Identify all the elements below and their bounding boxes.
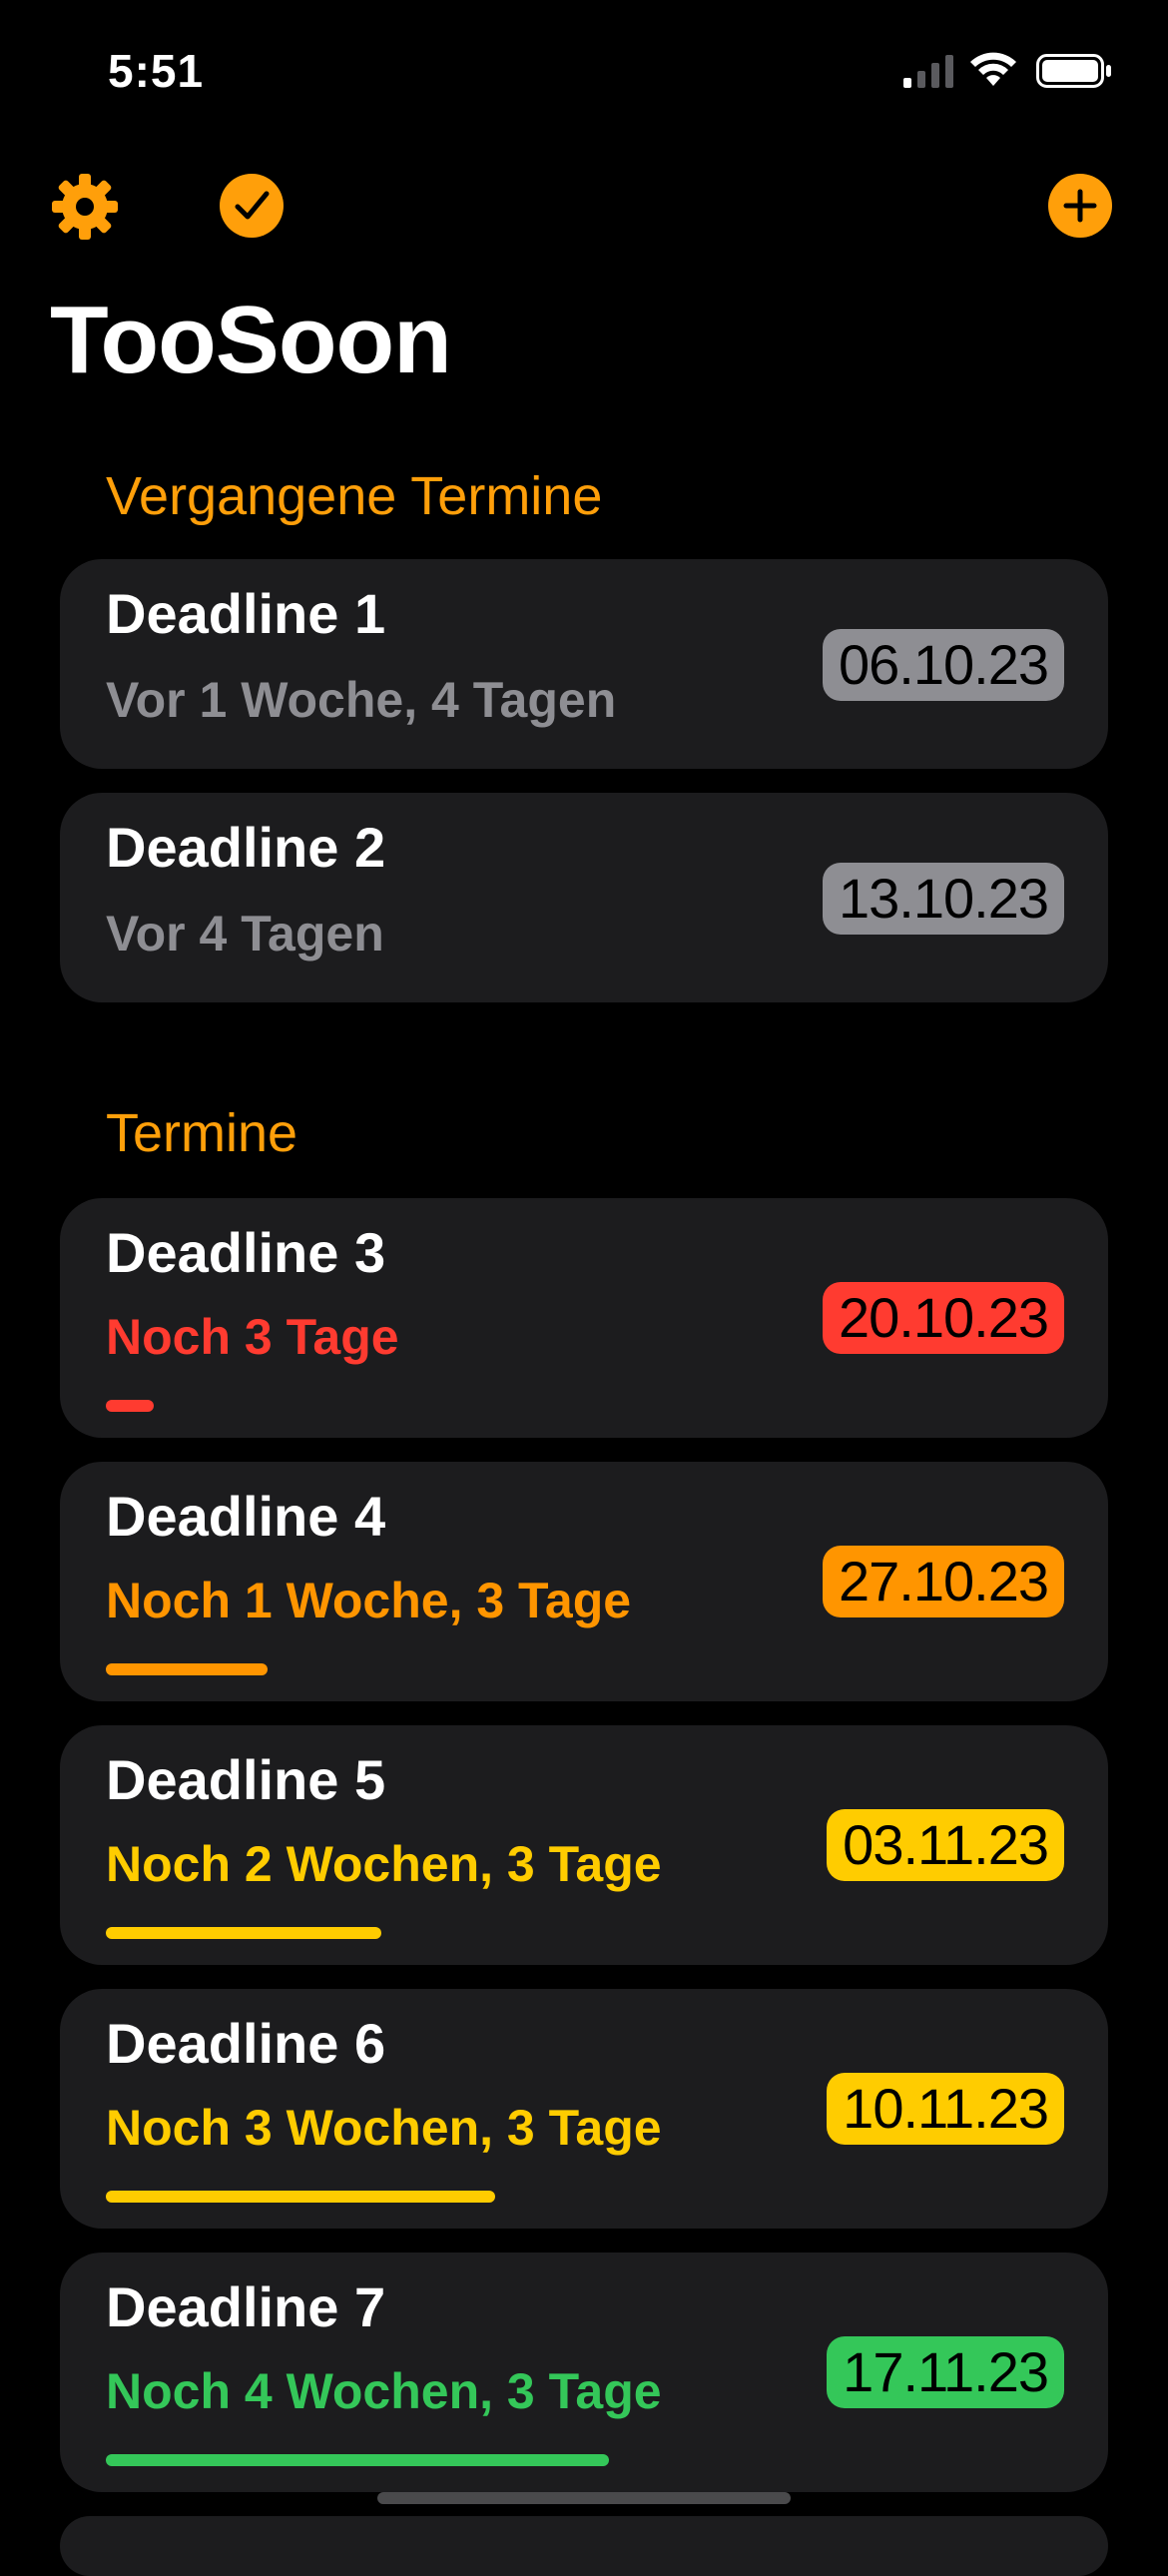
date-badge: 10.11.23 <box>827 2073 1064 2145</box>
deadline-relative-time: Vor 1 Woche, 4 Tagen <box>106 672 617 728</box>
date-badge: 13.10.23 <box>823 863 1064 935</box>
checkmark-circle-icon[interactable] <box>218 172 286 240</box>
progress-bar <box>106 2191 495 2203</box>
deadline-remaining-time: Noch 1 Woche, 3 Tage <box>106 1573 632 1628</box>
deadline-remaining-time: Noch 3 Wochen, 3 Tage <box>106 2100 662 2156</box>
home-indicator[interactable] <box>377 2492 791 2504</box>
deadline-remaining-time: Noch 2 Wochen, 3 Tage <box>106 1836 662 1892</box>
deadline-title: Deadline 2 <box>106 816 386 879</box>
status-time: 5:51 <box>108 45 205 97</box>
deadline-card[interactable]: Deadline 7 Noch 4 Wochen, 3 Tage 17.11.2… <box>60 2253 1108 2492</box>
cellular-signal-icon <box>903 55 953 88</box>
deadline-title: Deadline 7 <box>106 2275 386 2338</box>
deadline-card[interactable]: Deadline 5 Noch 2 Wochen, 3 Tage 03.11.2… <box>60 1725 1108 1965</box>
date-badge: 20.10.23 <box>823 1282 1064 1354</box>
page-title: TooSoon <box>50 287 452 393</box>
deadline-title: Deadline 3 <box>106 1221 386 1284</box>
progress-bar <box>106 1400 154 1412</box>
deadline-card[interactable]: Deadline 3 Noch 3 Tage 20.10.23 <box>60 1198 1108 1438</box>
deadline-title: Deadline 1 <box>106 582 386 645</box>
plus-circle-icon[interactable] <box>1046 172 1114 240</box>
section-header-upcoming: Termine <box>106 1103 298 1163</box>
section-header-past: Vergangene Termine <box>106 466 603 526</box>
deadline-card[interactable]: Deadline 2 Vor 4 Tagen 13.10.23 <box>60 793 1108 1002</box>
deadline-relative-time: Vor 4 Tagen <box>106 906 384 962</box>
progress-bar <box>106 2454 609 2466</box>
progress-bar <box>106 1927 381 1939</box>
deadline-card[interactable]: Deadline 4 Noch 1 Woche, 3 Tage 27.10.23 <box>60 1462 1108 1701</box>
deadline-card-partial[interactable] <box>60 2516 1108 2576</box>
wifi-icon <box>970 52 1016 86</box>
date-badge: 03.11.23 <box>827 1809 1064 1881</box>
date-badge: 06.10.23 <box>823 629 1064 701</box>
date-badge: 17.11.23 <box>827 2336 1064 2408</box>
battery-icon <box>1036 54 1111 88</box>
deadline-title: Deadline 4 <box>106 1485 386 1548</box>
deadline-card[interactable]: Deadline 6 Noch 3 Wochen, 3 Tage 10.11.2… <box>60 1989 1108 2229</box>
deadline-remaining-time: Noch 3 Tage <box>106 1309 399 1365</box>
deadline-title: Deadline 5 <box>106 1748 386 1811</box>
deadline-remaining-time: Noch 4 Wochen, 3 Tage <box>106 2363 662 2419</box>
deadline-card[interactable]: Deadline 1 Vor 1 Woche, 4 Tagen 06.10.23 <box>60 559 1108 769</box>
deadline-title: Deadline 6 <box>106 2012 386 2075</box>
status-bar: 5:51 <box>0 0 1168 150</box>
date-badge: 27.10.23 <box>823 1546 1064 1617</box>
progress-bar <box>106 1663 268 1675</box>
gear-icon[interactable] <box>50 172 120 242</box>
